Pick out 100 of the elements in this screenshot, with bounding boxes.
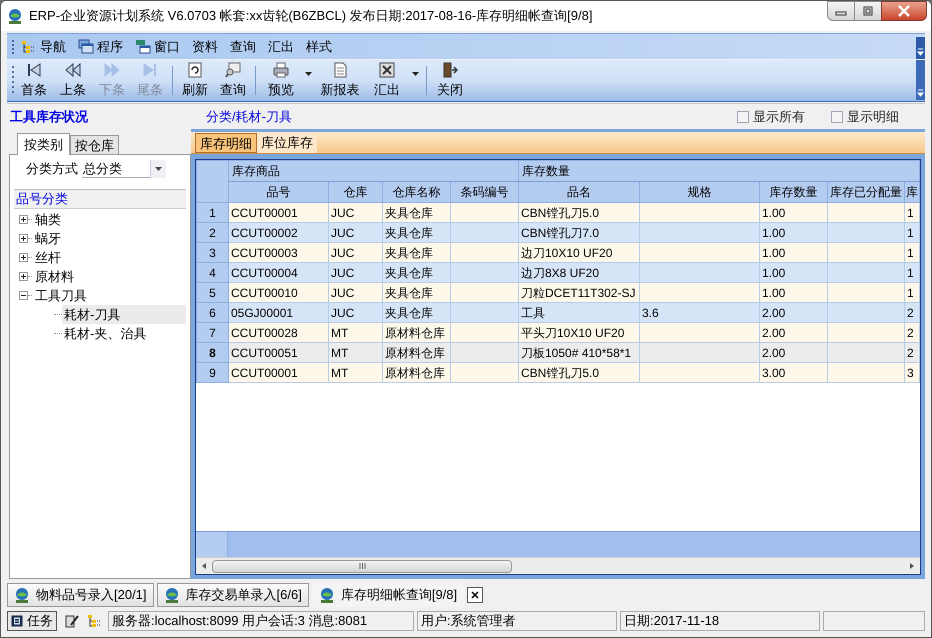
toolbar-button[interactable]: 刷新 — [176, 60, 214, 101]
toolbar-button[interactable]: 上条 — [53, 60, 93, 101]
close-button[interactable] — [881, 1, 927, 21]
table-row[interactable]: 2 CCUT00002 JUC 夹具仓库 CBN镗孔刀7.0 1.00 1 — [196, 222, 920, 242]
table-row[interactable]: 5 CCUT00010 JUC 夹具仓库 刀粒DCET11T302-SJ 1.00 1 — [196, 282, 920, 302]
column-header[interactable]: 库存数量 — [760, 182, 828, 202]
table-cell: 原材料仓库 — [382, 362, 450, 382]
toolbar-button[interactable]: 汇出 — [364, 60, 423, 101]
row-number: 8 — [196, 342, 228, 362]
last-record-icon — [142, 62, 158, 78]
expand-icon[interactable] — [19, 272, 28, 281]
table-row[interactable]: 3 CCUT00003 JUC 夹具仓库 边刀10X10 UF20 1.00 1 — [196, 242, 920, 262]
checkbox[interactable]: 显示明细 — [831, 106, 899, 126]
document-tab[interactable]: 物料品号录入[20/1] — [7, 583, 154, 607]
toolbar-button[interactable]: 首条 — [15, 60, 53, 101]
expand-icon[interactable] — [19, 215, 28, 224]
exit-door-icon — [442, 62, 458, 78]
expand-icon[interactable] — [19, 253, 28, 262]
edit-icon — [64, 613, 80, 629]
table-row[interactable]: 9 CCUT00001 MT 原材料仓库 CBN镗孔刀5.0 3.00 3 — [196, 362, 920, 382]
column-header[interactable]: 品号 — [228, 182, 328, 202]
window-icon — [135, 38, 151, 54]
menu-item[interactable]: 样式 — [300, 34, 338, 59]
row-number: 7 — [196, 322, 228, 342]
column-group-header: 库存商品 — [228, 160, 518, 182]
task-button[interactable]: 任务 — [7, 611, 57, 631]
column-header[interactable]: 库存已分配量 — [828, 182, 904, 202]
next-record-icon — [104, 62, 120, 78]
table-row[interactable]: 8 CCUT00051 MT 原材料仓库 刀板1050# 410*58*1 2.00 2 — [196, 342, 920, 362]
menu-item[interactable]: 程序 — [72, 34, 129, 59]
table-row[interactable]: 7 CCUT00028 MT 原材料仓库 平头刀10X10 UF20 2.00 2 — [196, 322, 920, 342]
tree-item[interactable]: 丝杆 — [34, 248, 62, 268]
grip-icon — [11, 38, 15, 56]
grid-corner — [196, 160, 228, 202]
spreadsheet-icon — [379, 62, 395, 78]
column-group-header: 库存数量 — [518, 160, 920, 182]
tree-item[interactable]: 工具刀具 — [34, 286, 88, 306]
row-number: 3 — [196, 242, 228, 262]
close-tab-button[interactable] — [467, 587, 484, 603]
column-header[interactable]: 仓库名称 — [382, 182, 450, 202]
tab[interactable]: 库位库存 — [257, 133, 317, 153]
category-path: 分类/耗材-刀具 — [206, 108, 292, 126]
tree-item[interactable]: 耗材-刀具 — [62, 305, 186, 324]
collapse-icon[interactable] — [19, 291, 28, 300]
table-row[interactable]: 6 05GJ00001 JUC 夹具仓库 工具 3.6 2.00 2 — [196, 302, 920, 322]
menu-item[interactable]: 资料 — [186, 34, 224, 59]
tree-item[interactable]: 蜗牙 — [34, 228, 62, 248]
dropdown-arrow-icon — [305, 72, 312, 76]
table-cell: CBN镗孔刀5.0 — [518, 362, 640, 382]
column-header[interactable]: 品名 — [518, 182, 640, 202]
checkbox[interactable]: 显示所有 — [737, 106, 805, 126]
tree-header: 品号分类 — [14, 190, 186, 209]
table-cell: CCUT00001 — [228, 362, 328, 382]
status-text: 用户:系统管理者 — [417, 611, 617, 631]
menu-item[interactable]: 汇出 — [262, 34, 300, 59]
document-tab[interactable]: 库存明细帐查询[9/8] — [312, 583, 464, 607]
tab[interactable]: 按类别 — [17, 133, 70, 155]
row-header-cell — [196, 532, 228, 557]
restore-icon — [862, 6, 874, 16]
menu-item[interactable]: 窗口 — [129, 34, 186, 59]
app-logo-icon — [14, 587, 30, 603]
table-cell: 3 — [904, 362, 920, 382]
printer-icon — [273, 62, 289, 78]
minimize-button[interactable] — [827, 1, 855, 21]
column-header[interactable]: 条码编号 — [450, 182, 518, 202]
table-row[interactable]: 4 CCUT00004 JUC 夹具仓库 边刀8X8 UF20 1.00 1 — [196, 262, 920, 282]
row-number: 9 — [196, 362, 228, 382]
windows-icon — [78, 38, 94, 54]
list-icon — [11, 615, 23, 627]
toolbar-button[interactable]: 关闭 — [430, 60, 470, 101]
tree-item[interactable]: 轴类 — [34, 210, 62, 230]
tree-item[interactable]: 耗材-夹、治具 — [62, 324, 186, 343]
toolbar-button[interactable]: 查询 — [214, 60, 252, 101]
close-icon — [897, 5, 911, 17]
table-row[interactable]: 1 CCUT00001 JUC 夹具仓库 CBN镗孔刀5.0 1.00 1 — [196, 202, 920, 222]
toolbar-button[interactable]: 预览 — [259, 60, 316, 101]
horizontal-scrollbar[interactable] — [196, 557, 920, 574]
panel-title: 工具库存状况 — [10, 108, 89, 126]
column-header[interactable]: 仓库 — [328, 182, 382, 202]
previous-record-icon — [65, 62, 81, 78]
column-header[interactable]: 规格 — [640, 182, 760, 202]
row-number: 2 — [196, 222, 228, 242]
search-icon — [225, 62, 241, 78]
tab[interactable]: 库存明细 — [195, 133, 257, 153]
category-dropdown[interactable]: 总分类 — [82, 160, 166, 178]
document-tab[interactable]: 库存交易单录入[6/6] — [156, 583, 309, 607]
tree-item[interactable]: 原材料 — [34, 266, 75, 286]
dropdown-arrow-icon — [155, 166, 162, 170]
app-logo-icon — [318, 587, 335, 603]
expand-icon[interactable] — [19, 234, 28, 243]
maximize-button[interactable] — [855, 1, 881, 21]
app-logo-icon — [7, 8, 23, 24]
close-icon — [471, 591, 480, 599]
menu-item[interactable]: 查询 — [224, 34, 262, 59]
row-number: 5 — [196, 282, 228, 302]
tab[interactable]: 按仓库 — [70, 135, 119, 154]
menu-item[interactable]: 导航 — [15, 34, 72, 59]
tree-icon — [87, 613, 103, 629]
toolbar-button[interactable]: 新报表 — [316, 60, 364, 101]
row-number: 6 — [196, 302, 228, 322]
